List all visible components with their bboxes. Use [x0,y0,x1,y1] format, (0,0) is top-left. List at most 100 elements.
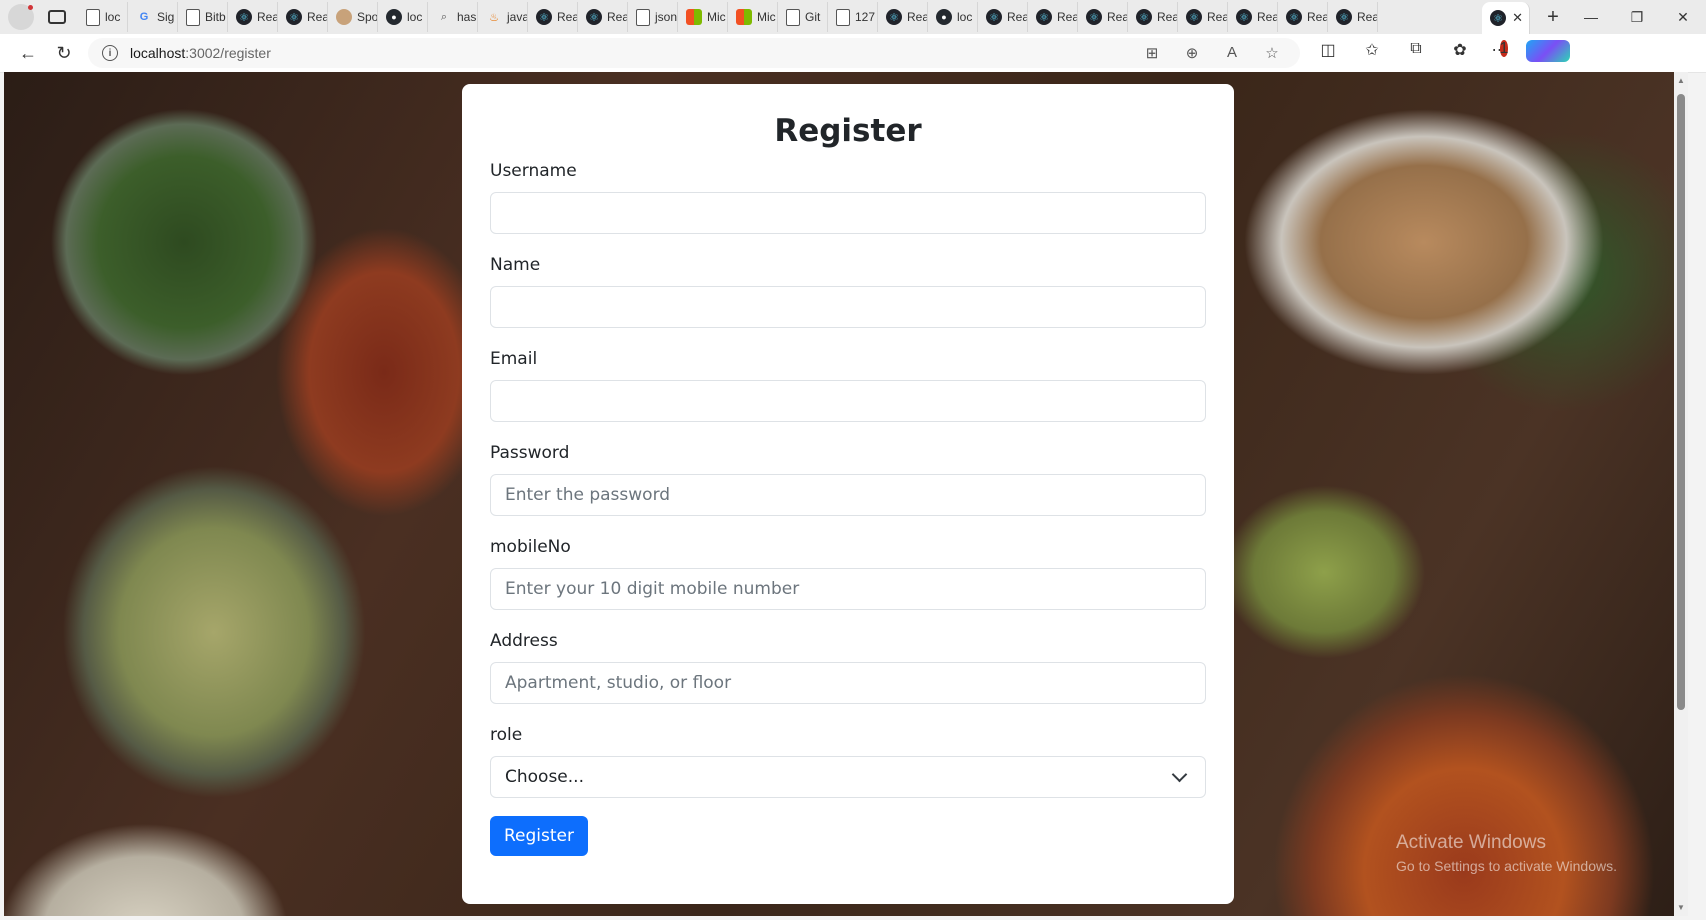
split-screen-icon[interactable]: ◫ [1306,40,1350,67]
zoom-icon[interactable]: ⊕ [1172,44,1212,62]
url-text[interactable]: localhost:3002/register [130,45,271,61]
password-group: Password [490,440,1206,516]
react-icon: ⚛ [1136,9,1152,25]
browser-tab[interactable]: 127 [828,2,878,32]
browser-tab[interactable]: Mic [678,2,728,32]
browser-tab[interactable]: Spo [328,2,378,32]
browser-tab[interactable]: ⚛ Rea [228,2,278,32]
tab-label: Rea [1207,10,1228,24]
email-group: Email [490,346,1206,422]
browser-tab[interactable]: ⚛ Rea [578,2,628,32]
new-tab-button[interactable]: + [1538,6,1568,29]
tab-label: json [655,10,678,24]
browser-tab[interactable]: ⚛ Rea [1278,2,1328,32]
role-label: role [490,725,523,745]
more-menu-icon[interactable]: ⋯1 [1482,39,1526,67]
tab-label: loc [105,10,121,24]
tab-label: Mic [757,10,776,24]
name-label: Name [490,255,541,275]
tab-label: java [507,10,528,24]
react-icon: ⚛ [1336,9,1352,25]
page-icon [836,8,850,26]
tab-label: Bitb [205,10,226,24]
tab-label: Rea [257,10,278,24]
close-tab-icon[interactable]: ✕ [1512,10,1523,26]
tab-label: Sig [157,10,175,24]
address-input[interactable] [490,662,1206,704]
react-icon: ⚛ [1286,9,1302,25]
activate-windows-watermark: Activate Windows Go to Settings to activ… [1396,832,1617,874]
collections-icon[interactable]: ⧉ [1394,40,1438,67]
browser-tab[interactable]: loc [78,2,128,32]
tab-list: loc G Sig Bitb ⚛ Rea ⚛ Rea Spo ● loc ⌕ has ♨ java ⚛ Rea ⚛… [78,0,1482,34]
extensions-icon[interactable]: ✿ [1438,40,1482,67]
address-label: Address [490,631,558,651]
browser-tab[interactable]: ⚛ Rea [978,2,1028,32]
favorite-star-icon[interactable]: ☆ [1252,44,1292,62]
browser-tab[interactable]: ● loc [378,2,428,32]
window-controls: — ❐ ✕ [1568,9,1706,26]
browser-tab[interactable]: Bitb [178,2,228,32]
browser-tab[interactable]: ⚛ Rea [1178,2,1228,32]
tab-label: Rea [1007,10,1028,24]
react-icon: ⚛ [1086,9,1102,25]
username-label: Username [490,161,577,181]
name-group: Name [490,252,1206,328]
scroll-down-icon[interactable]: ▼ [1674,903,1688,912]
browser-tab[interactable]: ⚛ Rea [528,2,578,32]
mobile-input[interactable] [490,568,1206,610]
restore-button[interactable]: ❐ [1614,9,1660,26]
close-window-button[interactable]: ✕ [1660,9,1706,26]
page-icon [186,8,200,26]
site-info-icon[interactable]: i [102,45,118,61]
email-label: Email [490,349,538,369]
google-icon: G [139,11,149,23]
gh-icon: ● [936,9,952,25]
read-aloud-icon[interactable]: A [1212,44,1252,62]
browser-tab[interactable]: ⚛ Rea [878,2,928,32]
refresh-icon[interactable]: ↻ [46,43,82,64]
tab-label: Mic [707,10,726,24]
role-select[interactable]: Choose... [490,756,1206,798]
mobile-group: mobileNo [490,534,1206,610]
page-scrollbar[interactable]: ▲ ▼ [1674,72,1688,916]
scrollbar-thumb[interactable] [1677,94,1685,710]
username-input[interactable] [490,192,1206,234]
minimize-button[interactable]: — [1568,9,1614,26]
role-group: role Choose... [490,722,1206,798]
browser-tab[interactable]: ⚛ Rea [1228,2,1278,32]
app-available-icon[interactable]: ⊞ [1132,44,1172,62]
watermark-subtitle: Go to Settings to activate Windows. [1396,858,1617,874]
spot-icon [336,9,352,25]
browser-tab[interactable]: ⚛ Rea [1078,2,1128,32]
browser-tab[interactable]: ⚛ Rea [278,2,328,32]
browser-tab[interactable]: ⚛ Rea [1028,2,1078,32]
email-input[interactable] [490,380,1206,422]
copilot-icon[interactable] [1526,39,1570,67]
favorites-icon[interactable]: ✩ [1350,40,1394,67]
url-path: :3002/register [185,45,271,61]
browser-tab[interactable]: Git [778,2,828,32]
back-icon[interactable]: ← [10,43,46,64]
react-icon: ⚛ [286,9,302,25]
browser-tab[interactable]: ⚛ Rea [1328,2,1378,32]
address-group: Address [490,628,1206,704]
browser-tab[interactable]: Mic [728,2,778,32]
name-input[interactable] [490,286,1206,328]
tab-actions-icon[interactable] [48,10,66,24]
register-button[interactable]: Register [490,816,588,856]
browser-tab[interactable]: ♨ java [478,2,528,32]
browser-tab[interactable]: ⚛ Rea [1128,2,1178,32]
address-bar[interactable]: i localhost:3002/register ⊞ ⊕ A ☆ [88,38,1300,68]
browser-tab[interactable]: ⌕ has [428,2,478,32]
tab-label: loc [407,10,423,24]
browser-tab[interactable]: json [628,2,678,32]
tab-label: Rea [1357,10,1378,24]
browser-tab[interactable]: ● loc [928,2,978,32]
browser-tab[interactable]: G Sig [128,2,178,32]
password-input[interactable] [490,474,1206,516]
tab-active[interactable]: ⚛ ✕ [1482,2,1530,34]
page-title: Register [774,113,922,149]
profile-avatar[interactable] [8,4,34,30]
scroll-up-icon[interactable]: ▲ [1674,76,1688,85]
